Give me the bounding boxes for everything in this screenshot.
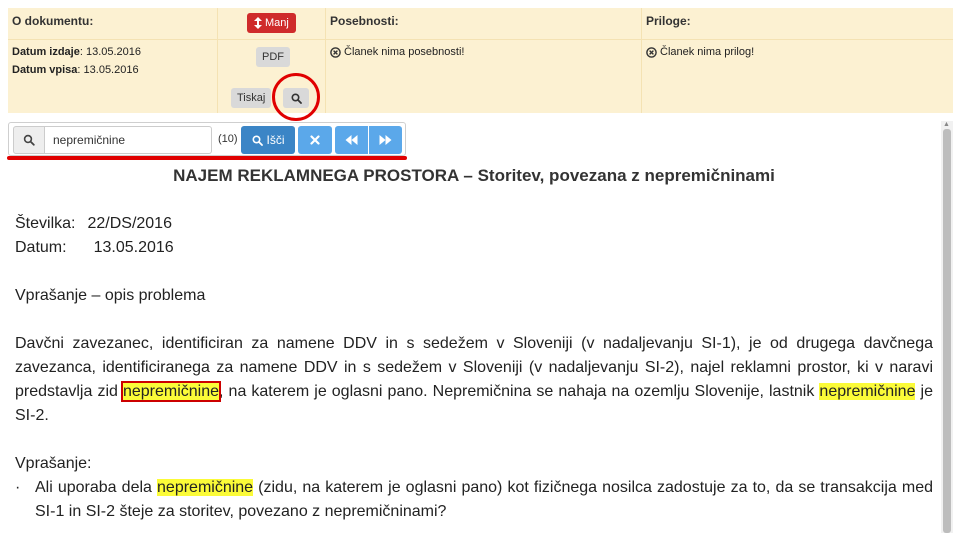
search-addon — [13, 126, 45, 154]
magnifier-icon — [251, 134, 263, 146]
print-button[interactable]: Tiskaj — [231, 88, 272, 108]
search-input[interactable] — [45, 126, 212, 154]
next-match-button[interactable] — [369, 126, 402, 154]
question-heading: Vprašanje: — [15, 455, 92, 472]
up-down-arrow-icon — [254, 17, 262, 29]
document-info-panel: O dokumentu: Datum izdaje: 13.05.2016 Da… — [8, 8, 953, 113]
current-match: nepremičnine — [120, 381, 222, 402]
x-icon — [310, 135, 320, 145]
about-header: O dokumentu: — [12, 14, 94, 28]
search-button[interactable]: Išči — [241, 126, 295, 154]
specialties-header: Posebnosti: — [330, 14, 399, 28]
scroll-up-icon[interactable]: ▲ — [943, 121, 950, 128]
document-date: Datum: 13.05.2016 — [15, 239, 174, 256]
bullet: · — [15, 479, 21, 496]
previous-match-button[interactable] — [335, 126, 368, 154]
circle-x-icon — [330, 46, 341, 58]
issued-date: Datum izdaje: 13.05.2016 — [12, 46, 142, 58]
search-match: nepremičnine — [157, 479, 254, 496]
match-count: (10) — [218, 133, 238, 145]
about-column: O dokumentu: Datum izdaje: 13.05.2016 Da… — [8, 8, 218, 113]
document-number: Številka: 22/DS/2016 — [15, 215, 172, 232]
pdf-button[interactable]: PDF — [256, 47, 290, 67]
magnifier-icon — [23, 134, 35, 146]
specialties-column: Posebnosti: Članek nima posebnosti! — [326, 8, 642, 113]
specialties-text: Članek nima posebnosti! — [330, 46, 464, 58]
attachments-header: Priloge: — [646, 14, 691, 28]
scrollbar-thumb[interactable] — [943, 129, 951, 533]
find-toolbar: (10) Išči — [8, 122, 406, 156]
clear-search-button[interactable] — [298, 126, 332, 154]
document-title: NAJEM REKLAMNEGA PROSTORA – Storitev, po… — [173, 166, 775, 185]
annotation-circle — [272, 73, 320, 121]
fast-backward-icon — [345, 135, 358, 145]
question-item: · Ali uporaba dela nepremičnine (zidu, na… — [15, 476, 933, 524]
fast-forward-icon — [379, 135, 392, 145]
search-match: nepremičnine — [819, 383, 916, 400]
annotation-underline — [7, 156, 407, 160]
problem-paragraph: Davčni zavezanec, identificiran za namen… — [15, 335, 934, 424]
circle-x-icon — [646, 46, 657, 58]
attachments-column: Priloge: Članek nima prilog! — [642, 8, 953, 113]
attachments-text: Članek nima prilog! — [646, 46, 754, 58]
document-scrollbar[interactable]: ▲ — [941, 121, 953, 533]
entered-date: Datum vpisa: 13.05.2016 — [12, 64, 139, 76]
less-button[interactable]: Manj — [247, 13, 296, 33]
problem-heading: Vprašanje – opis problema — [15, 287, 206, 304]
